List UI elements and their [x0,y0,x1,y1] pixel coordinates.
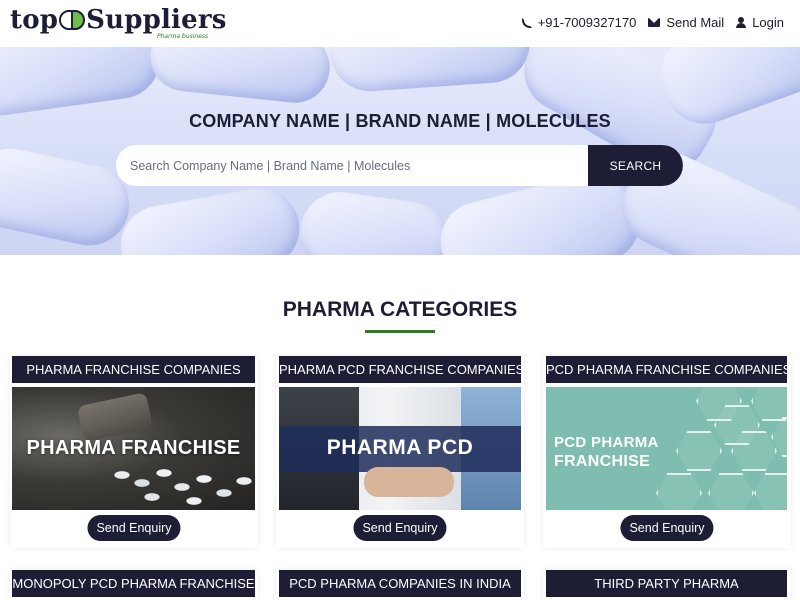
section-title: PHARMA CATEGORIES [282,298,518,321]
capsule-icon [59,10,86,30]
handshake-graphic [364,467,454,497]
stethoscope-icon [754,473,787,510]
card-title[interactable]: THIRD PARTY PHARMA [546,570,787,597]
logo-text-suppliers: Suppliers [86,5,227,35]
search-bar: SEARCH [116,145,683,186]
hero-banner: COMPANY NAME | BRAND NAME | MOLECULES SE… [0,47,800,255]
pills-graphic [112,465,255,510]
card-image-text-line2: FRANCHISE [554,453,651,470]
login-label: Login [752,15,784,30]
card-title[interactable]: PCD PHARMA COMPANIES IN INDIA [279,570,521,597]
card-image[interactable]: PHARMA FRANCHISE [12,387,255,510]
logo-tagline: Pharma business [157,33,209,40]
bottle-graphic [77,392,153,442]
card-image[interactable]: PHARMA PCD [279,387,521,510]
category-card[interactable]: PCD PHARMA COMPANIES IN INDIA [276,570,524,600]
category-card[interactable]: PHARMA FRANCHISE COMPANIES PHARMA FRANCH… [10,356,258,548]
card-title[interactable]: PCD PHARMA FRANCHISE COMPANIES [546,356,787,383]
search-input[interactable] [116,145,588,186]
envelope-icon [648,18,661,27]
category-card[interactable]: MONOPOLY PCD PHARMA FRANCHISE [10,570,258,600]
login-link[interactable]: Login [736,15,784,30]
heart-icon [708,473,754,510]
tablet-decoration [0,47,166,121]
logo-wordmark: top Suppliers [10,6,227,34]
tablet-decoration [146,47,334,107]
category-card[interactable]: PCD PHARMA FRANCHISE COMPANIES PCD PHARM… [543,356,791,548]
send-enquiry-button[interactable]: Send Enquiry [353,515,447,541]
card-image-text-line1: PCD PHARMA [554,434,659,451]
hero-title: COMPANY NAME | BRAND NAME | MOLECULES [189,111,611,131]
send-mail-label: Send Mail [666,15,725,30]
tablet-decoration [327,47,533,94]
send-enquiry-button[interactable]: Send Enquiry [620,515,714,541]
drop-icon [656,473,702,510]
title-underline [365,330,435,333]
card-image-text: PHARMA PCD [326,436,474,459]
card-image-text: PHARMA FRANCHISE [26,437,241,459]
category-card[interactable]: PHARMA PCD FRANCHISE COMPANIES PHARMA PC… [276,356,524,548]
tablet-decoration [295,186,455,255]
tablet-decoration [114,181,306,255]
card-title[interactable]: MONOPOLY PCD PHARMA FRANCHISE [12,570,255,597]
search-button[interactable]: SEARCH [588,145,683,186]
logo-text-top: top [10,5,59,35]
header-links: +91-7009327170 Send Mail Login [521,15,784,30]
send-mail-link[interactable]: Send Mail [648,15,724,30]
site-logo[interactable]: top Suppliers Pharma business [10,6,227,42]
site-header: top Suppliers Pharma business +91-700932… [0,0,800,47]
phone-link[interactable]: +91-7009327170 [521,15,637,30]
phone-number: +91-7009327170 [537,15,637,30]
card-title[interactable]: PHARMA PCD FRANCHISE COMPANIES [279,356,521,383]
phone-icon [521,17,532,28]
send-enquiry-button[interactable]: Send Enquiry [87,515,181,541]
card-title[interactable]: PHARMA FRANCHISE COMPANIES [12,356,255,383]
health-shield-icon [676,431,722,471]
card-image-text: PCD PHARMA FRANCHISE [554,433,659,471]
user-icon [736,17,747,28]
hexagon-shape [751,387,787,421]
category-card[interactable]: THIRD PARTY PHARMA [543,570,791,600]
card-image[interactable]: PCD PHARMA FRANCHISE [546,387,787,510]
